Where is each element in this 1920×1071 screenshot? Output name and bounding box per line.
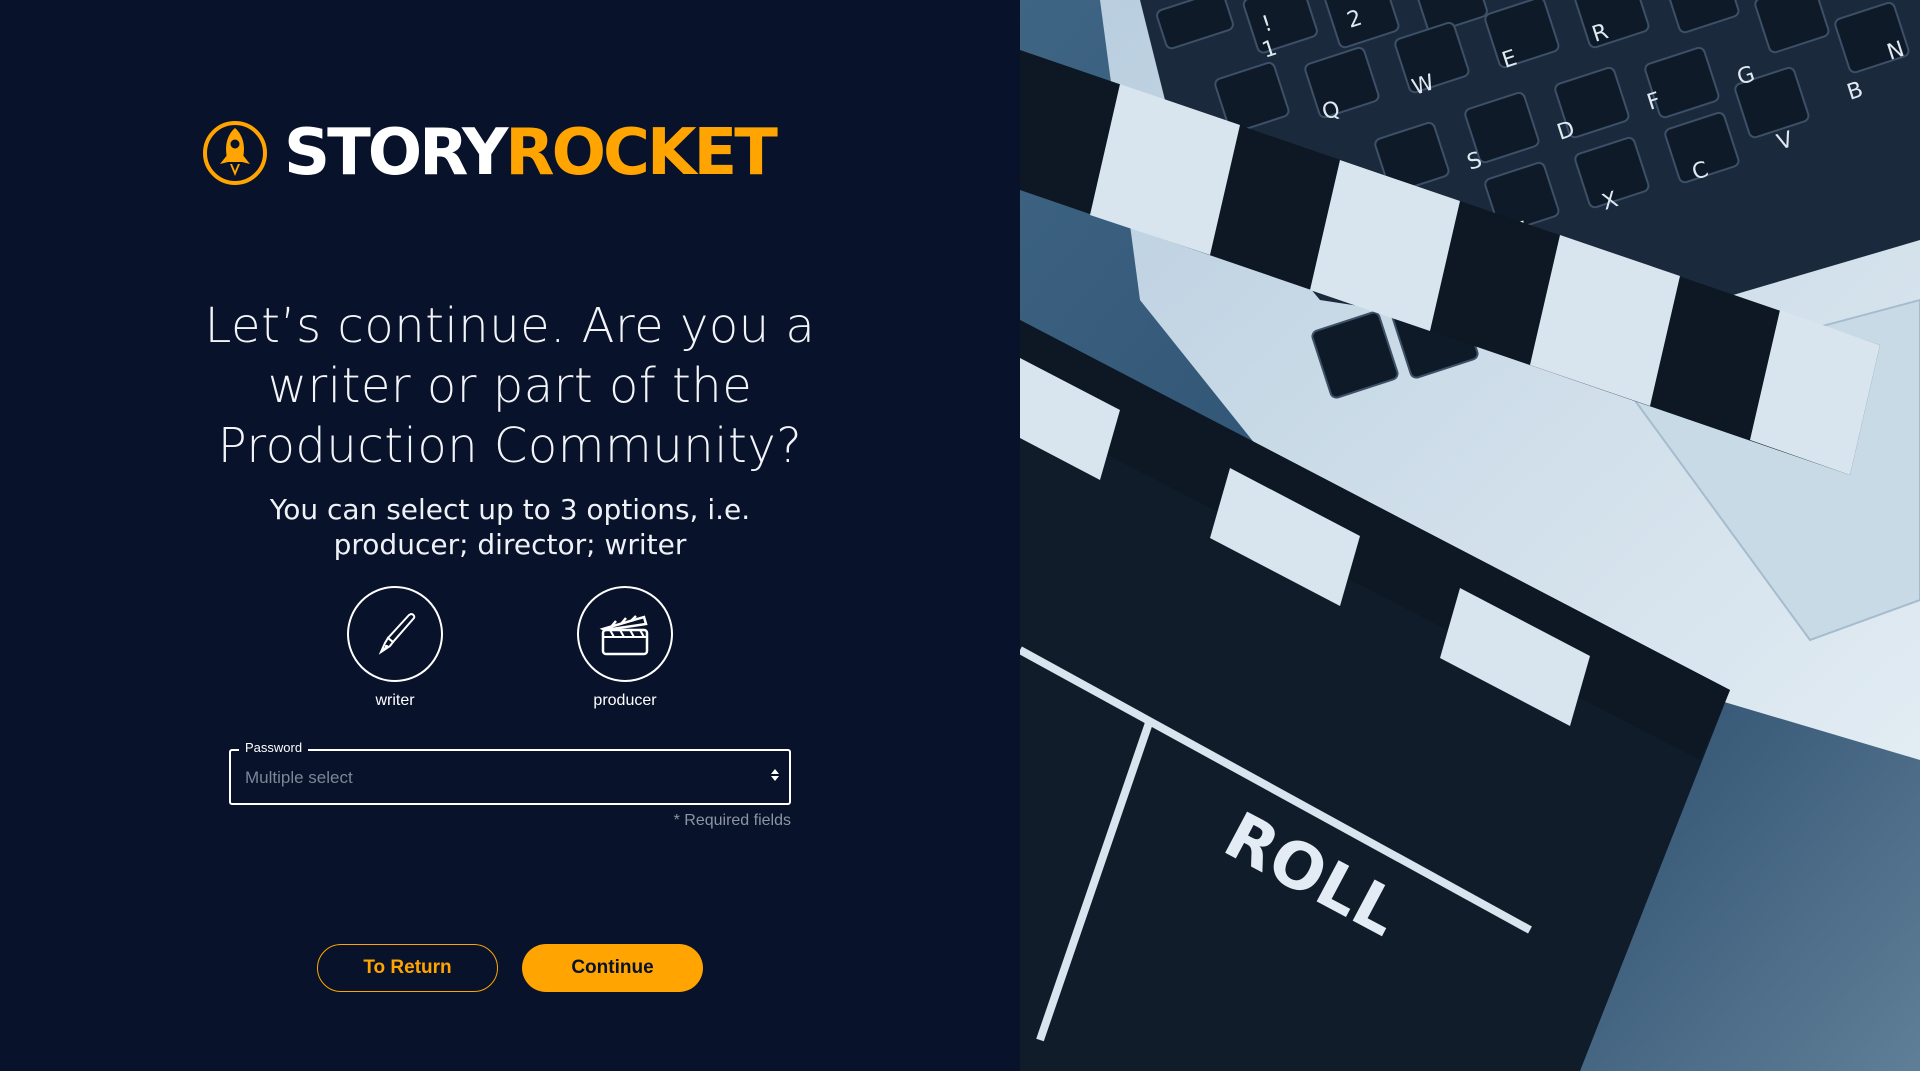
role-option-writer[interactable]: writer xyxy=(335,586,455,710)
brand-logo: STORYROCKET xyxy=(200,118,778,188)
page-title: Let’s continue. Are you a writer or part… xyxy=(204,298,816,474)
clapperboard-icon xyxy=(599,615,649,656)
field-label: Password xyxy=(239,740,309,755)
signup-page: STORYROCKET Let’s continue. Are you a wr… xyxy=(0,0,1920,1071)
arrow-up-icon xyxy=(771,769,779,774)
select-arrows-icon[interactable] xyxy=(771,769,779,781)
brand-name-part1: STORY xyxy=(284,116,508,190)
continue-button[interactable]: Continue xyxy=(522,944,703,992)
select-placeholder: Multiple select xyxy=(245,768,353,787)
role-producer-label: producer xyxy=(593,692,657,709)
brand-wordmark: STORYROCKET xyxy=(284,121,778,185)
clapperboard-laptop-photo: ! 1 2 Q W E R A S D F G Z X C V B N xyxy=(1020,0,1920,1071)
multiple-select-field[interactable]: Password Multiple select xyxy=(229,740,791,805)
return-button[interactable]: To Return xyxy=(317,944,498,992)
pen-nib-icon xyxy=(378,612,416,655)
role-writer-circle[interactable] xyxy=(347,586,443,682)
required-fields-note: * Required fields xyxy=(673,812,791,829)
page-subtitle: You can select up to 3 options, i.e. pro… xyxy=(269,493,751,561)
role-option-producer[interactable]: producer xyxy=(565,586,685,710)
rocket-icon xyxy=(203,121,267,185)
arrow-down-icon xyxy=(771,776,779,781)
role-producer-circle[interactable] xyxy=(577,586,673,682)
role-writer-label: writer xyxy=(375,692,415,709)
hero-image: ! 1 2 Q W E R A S D F G Z X C V B N xyxy=(1020,0,1920,1071)
brand-name-part2: ROCKET xyxy=(505,116,778,190)
form-panel: STORYROCKET Let’s continue. Are you a wr… xyxy=(0,0,1020,1071)
